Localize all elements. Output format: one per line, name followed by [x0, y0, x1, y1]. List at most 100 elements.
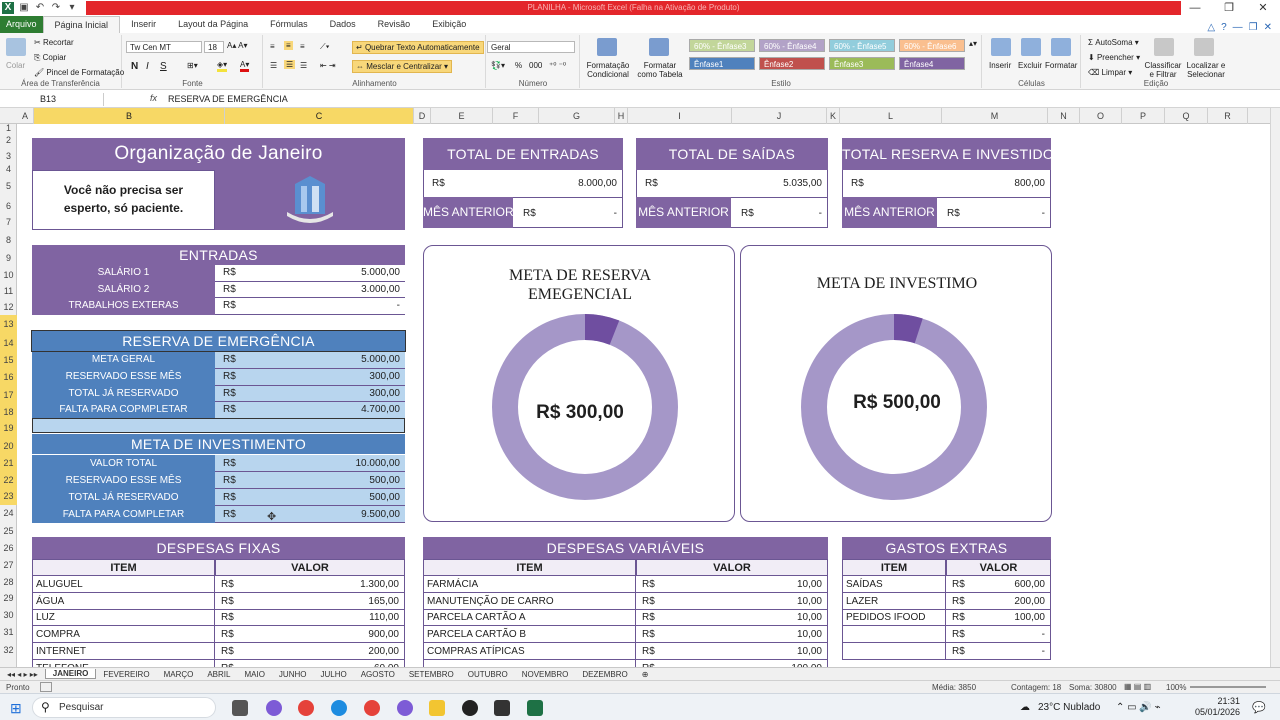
name-box[interactable]: B13 — [4, 93, 104, 106]
sheet-tab-outubro[interactable]: OUTUBRO — [461, 670, 515, 679]
fixas-item[interactable]: COMPRA — [32, 626, 215, 644]
chart-reserva[interactable]: META DE RESERVA EMEGENCIAL R$ 300,00 — [423, 245, 735, 522]
cell-style-chip[interactable]: 60% - Ênfase5 — [829, 39, 895, 52]
tab-home[interactable]: Página Inicial — [42, 16, 121, 33]
tab-data[interactable]: Dados — [319, 16, 367, 33]
format-table-button[interactable]: Formatar como Tabela — [633, 61, 687, 79]
extras-item[interactable]: LAZER — [842, 592, 946, 610]
minimize-ribbon-icon[interactable]: △ — [1207, 22, 1215, 33]
variaveis-item[interactable]: COMPRAS ATÍPICAS — [423, 642, 636, 660]
total-title[interactable]: TOTAL DE ENTRADAS — [423, 138, 623, 170]
row-header-25[interactable]: 25 — [0, 522, 17, 540]
entradas-title[interactable]: ENTRADAS — [32, 245, 405, 265]
fixas-title[interactable]: DESPESAS FIXAS — [32, 537, 405, 559]
extras-col-item[interactable]: ITEM — [842, 559, 946, 576]
bold-button[interactable]: N — [131, 61, 138, 72]
variaveis-col-valor[interactable]: VALOR — [636, 559, 828, 576]
row-header-19[interactable]: 19 — [0, 420, 17, 437]
investimento-row-value-cell[interactable]: R$ 500,00 — [215, 489, 405, 506]
window-minimize-icon[interactable]: — — [1233, 22, 1243, 33]
fill-button[interactable]: ⬇ Preencher ▾ — [1088, 53, 1140, 62]
investimento-row-value-cell[interactable]: R$ 9.500,00 — [215, 506, 405, 523]
font-size-select[interactable]: 18 — [204, 41, 224, 53]
tab-page-layout[interactable]: Layout da Página — [167, 16, 259, 33]
sort-filter-button[interactable]: Classificar e Filtrar — [1144, 61, 1182, 79]
sort-filter-icon[interactable] — [1154, 38, 1174, 56]
align-bottom-icon[interactable]: ≡ — [300, 42, 305, 51]
reserva-row-value-cell[interactable]: R$ 300,00 — [215, 385, 405, 403]
column-header-O[interactable]: O — [1080, 108, 1122, 124]
cell-style-chip[interactable]: 60% - Ênfase3 — [689, 39, 755, 52]
entradas-row-value-cell[interactable]: R$ 3.000,00 — [215, 282, 405, 298]
reserva-row-value-cell[interactable]: R$ 5.000,00 — [215, 352, 405, 369]
format-table-icon[interactable] — [649, 38, 669, 56]
fixas-col-item[interactable]: ITEM — [32, 559, 215, 576]
borders-icon[interactable]: ⊞▾ — [187, 61, 198, 70]
notification-icon[interactable]: 💬 — [1252, 701, 1266, 714]
entradas-row-value-cell[interactable]: R$ - — [215, 298, 405, 315]
weather-label[interactable]: 23°C Nublado — [1038, 702, 1100, 713]
row-header-5[interactable]: 5 — [0, 175, 17, 198]
column-header-F[interactable]: F — [493, 108, 539, 124]
row-header-18[interactable]: 18 — [0, 404, 17, 420]
investimento-row-label[interactable]: FALTA PARA COMPLETAR — [32, 506, 215, 523]
windows-start-icon[interactable]: ⊞ — [10, 700, 22, 717]
sheet-tab-fevereiro[interactable]: FEVEREIRO — [96, 670, 156, 679]
row-header-23[interactable]: 23 — [0, 488, 17, 505]
column-header-H[interactable]: H — [615, 108, 628, 124]
variaveis-value-cell[interactable]: R$ 10,00 — [636, 626, 828, 644]
number-format-select[interactable]: Geral — [487, 41, 575, 53]
fixas-value-cell[interactable]: R$ 165,00 — [215, 592, 405, 610]
worksheet-grid[interactable]: Organização de Janeiro Você não precisa … — [17, 124, 1270, 667]
sheet-title[interactable]: Organização de Janeiro — [32, 138, 405, 170]
fixas-col-valor[interactable]: VALOR — [215, 559, 405, 576]
sheet-tab-dezembro[interactable]: DEZEMBRO — [575, 670, 634, 679]
conditional-format-icon[interactable] — [597, 38, 617, 56]
paste-icon[interactable] — [6, 38, 26, 56]
entradas-row-label[interactable]: SALÁRIO 2 — [32, 281, 215, 298]
variaveis-value-cell[interactable]: R$ 10,00 — [636, 642, 828, 660]
clock-time[interactable]: 21:31 — [1200, 696, 1240, 706]
fixas-item[interactable]: LUZ — [32, 609, 215, 627]
chrome-profile-icon[interactable] — [364, 700, 380, 716]
total-value-row[interactable]: R$ 8.000,00 — [423, 170, 623, 197]
delete-cells-icon[interactable] — [1021, 38, 1041, 56]
column-header-J[interactable]: J — [732, 108, 827, 124]
extras-col-valor[interactable]: VALOR — [946, 559, 1051, 576]
macro-record-icon[interactable] — [40, 682, 52, 692]
reserva-row-value-cell[interactable]: R$ 300,00 — [215, 368, 405, 386]
variaveis-value-cell[interactable]: R$ 10,00 — [636, 609, 828, 627]
find-select-icon[interactable] — [1194, 38, 1214, 56]
fixas-value-cell[interactable]: R$ 900,00 — [215, 626, 405, 644]
file-explorer-icon[interactable] — [429, 700, 445, 716]
cell-style-chip[interactable]: 60% - Ênfase4 — [759, 39, 825, 52]
media-icon[interactable] — [462, 700, 478, 716]
total-title[interactable]: TOTAL DE SAÍDAS — [636, 138, 828, 170]
prev-month-value-cell[interactable]: R$ - — [731, 197, 828, 228]
cell-style-chip[interactable]: Ênfase4 — [899, 57, 965, 70]
font-color-icon[interactable]: A▾ — [240, 60, 250, 72]
extras-value-cell[interactable]: R$ 100,00 — [946, 609, 1051, 627]
row-header-24[interactable]: 24 — [0, 505, 17, 522]
decimal-icon[interactable]: ⁺⁰ ⁻⁰ — [549, 61, 566, 70]
extras-item[interactable] — [842, 626, 946, 644]
tab-file[interactable]: Arquivo — [0, 16, 43, 33]
column-header-M[interactable]: M — [942, 108, 1048, 124]
total-value-row[interactable]: R$ 800,00 — [842, 170, 1051, 197]
row-header-29[interactable]: 29 — [0, 590, 17, 607]
sheet-tab-janeiro[interactable]: JANEIRO — [44, 669, 97, 679]
merge-center-button[interactable]: ⇔ Mesclar e Centralizar ▾ — [352, 60, 453, 73]
wrap-text-button[interactable]: ↵ Quebrar Texto Automaticamente — [352, 41, 484, 54]
extras-value-cell[interactable]: R$ - — [946, 626, 1051, 644]
insert-function-icon[interactable]: fx — [150, 93, 157, 103]
fixas-item[interactable]: ALUGUEL — [32, 576, 215, 593]
underline-button[interactable]: S — [160, 61, 167, 72]
extras-value-cell[interactable]: R$ 600,00 — [946, 576, 1051, 593]
row-header-10[interactable]: 10 — [0, 267, 17, 283]
reserva-title[interactable]: RESERVA DE EMERGÊNCIA — [31, 330, 406, 352]
fixas-value-cell[interactable]: R$ 200,00 — [215, 642, 405, 660]
variaveis-title[interactable]: DESPESAS VARIÁVEIS — [423, 537, 828, 559]
vertical-scrollbar[interactable] — [1270, 108, 1280, 667]
extras-item[interactable]: SAÍDAS — [842, 576, 946, 593]
fixas-item[interactable]: ÁGUA — [32, 592, 215, 610]
